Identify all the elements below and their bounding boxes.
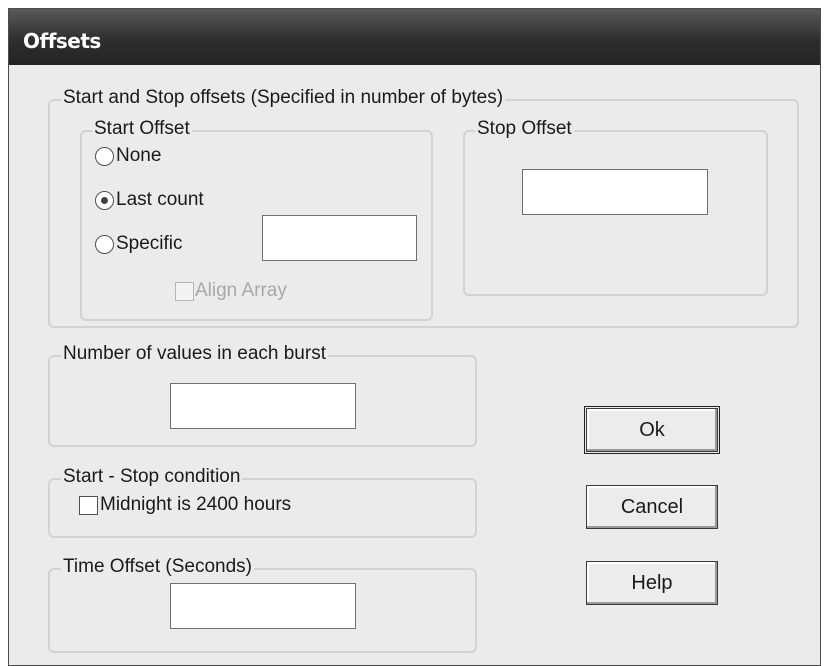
radio-specific[interactable] bbox=[95, 235, 114, 254]
radio-selected-dot bbox=[101, 197, 108, 204]
radio-specific-label[interactable]: Specific bbox=[116, 233, 183, 255]
offsets-group-label: Start and Stop offsets (Specified in num… bbox=[61, 87, 506, 109]
help-button[interactable]: Help bbox=[586, 561, 718, 605]
burst-count-input[interactable] bbox=[170, 383, 356, 429]
ok-button[interactable]: Ok bbox=[584, 406, 720, 454]
cancel-button[interactable]: Cancel bbox=[586, 485, 718, 529]
time-offset-input[interactable] bbox=[170, 583, 356, 629]
condition-group-label: Start - Stop condition bbox=[61, 466, 243, 488]
radio-last-count-label[interactable]: Last count bbox=[116, 189, 204, 211]
align-array-label: Align Array bbox=[195, 280, 287, 301]
burst-group-label: Number of values in each burst bbox=[61, 343, 328, 365]
midnight-checkbox[interactable] bbox=[79, 496, 98, 515]
title-bar[interactable]: Offsets bbox=[9, 9, 820, 65]
midnight-label[interactable]: Midnight is 2400 hours bbox=[100, 494, 291, 516]
radio-none[interactable] bbox=[95, 147, 114, 166]
time-offset-label: Time Offset (Seconds) bbox=[61, 556, 255, 578]
radio-none-label[interactable]: None bbox=[116, 145, 161, 167]
start-offset-label: Start Offset bbox=[92, 118, 192, 140]
specific-offset-input[interactable] bbox=[262, 215, 417, 261]
align-array-checkbox[interactable] bbox=[175, 282, 194, 301]
offsets-dialog: Offsets Start and Stop offsets (Specifie… bbox=[8, 8, 821, 666]
stop-offset-label: Stop Offset bbox=[475, 118, 574, 140]
dialog-title: Offsets bbox=[23, 29, 101, 53]
radio-last-count[interactable] bbox=[95, 191, 114, 210]
stop-offset-input[interactable] bbox=[522, 169, 708, 215]
